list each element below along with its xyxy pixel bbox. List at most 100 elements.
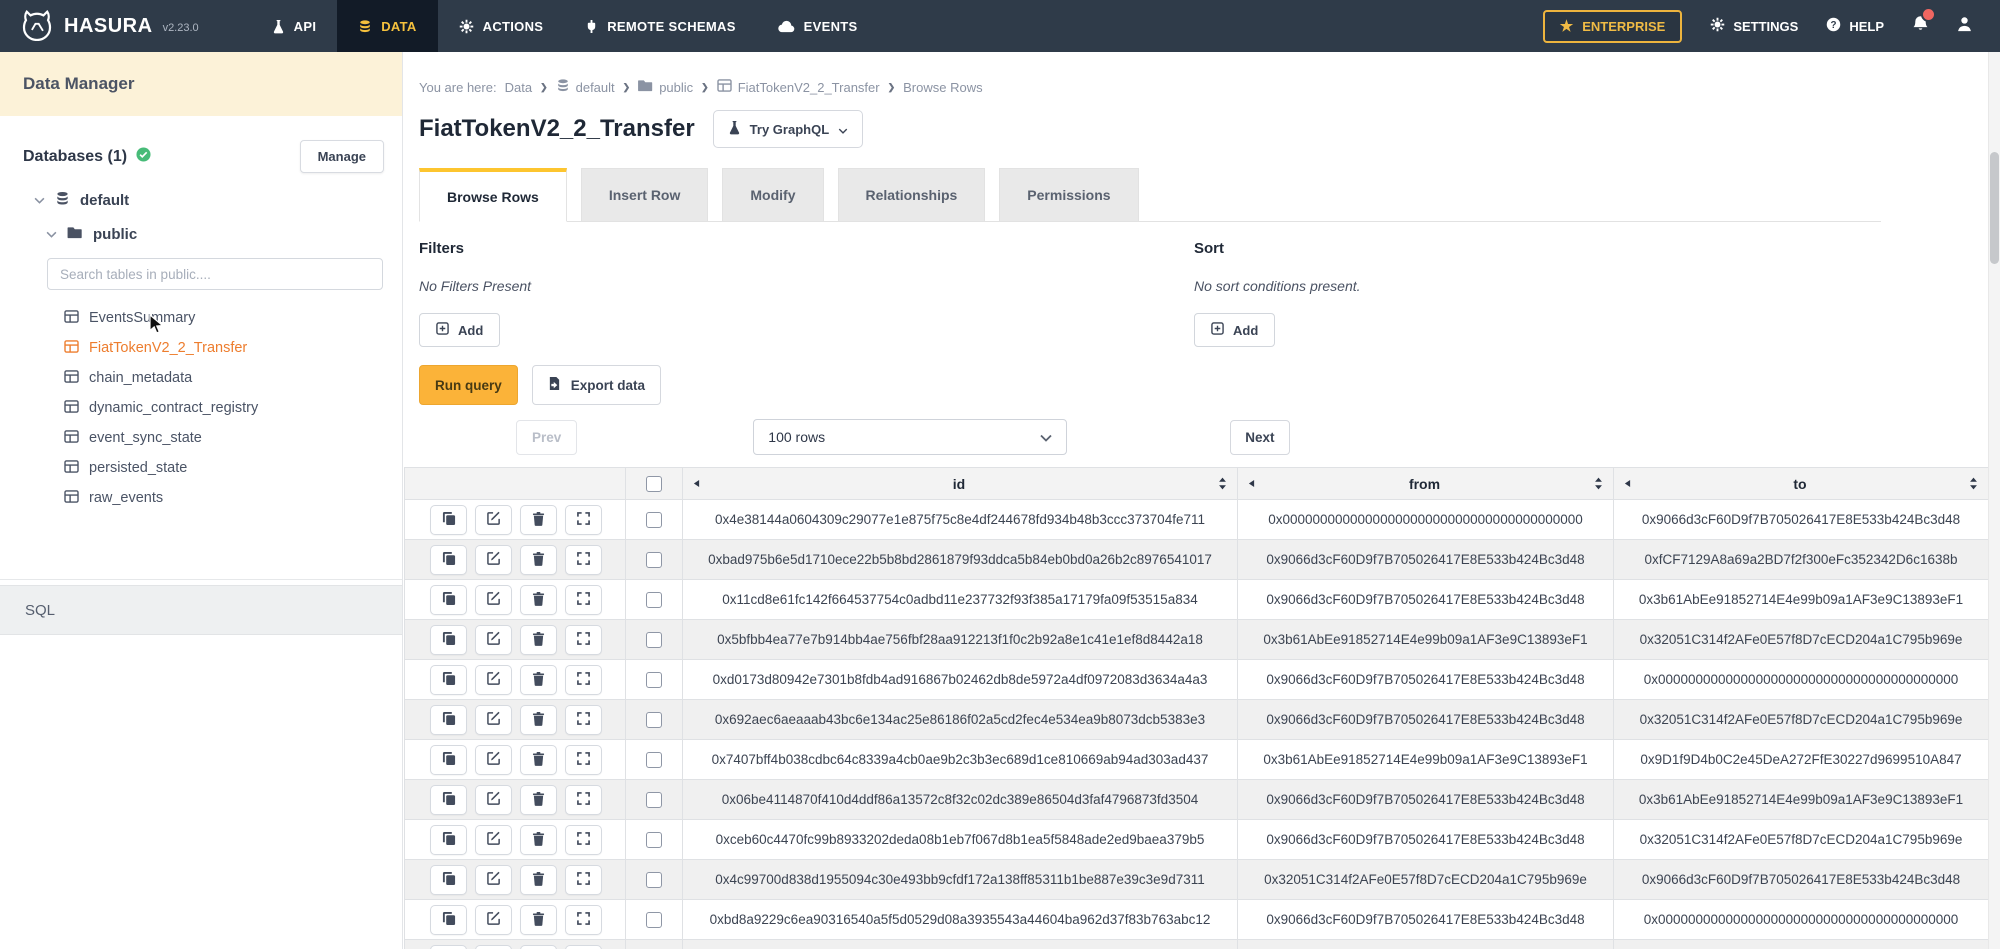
delete-row-button[interactable] [520, 585, 557, 615]
edit-row-button[interactable] [475, 665, 512, 695]
edit-row-button[interactable] [475, 905, 512, 935]
tab-relationships[interactable]: Relationships [838, 168, 986, 221]
export-data-button[interactable]: Export data [532, 365, 661, 405]
expand-row-button[interactable] [565, 825, 602, 855]
tab-browse-rows[interactable]: Browse Rows [419, 168, 567, 222]
clone-row-button[interactable] [430, 905, 467, 935]
expand-row-button[interactable] [565, 745, 602, 775]
hasura-brand[interactable]: HASURA v2.23.0 [0, 7, 213, 46]
delete-row-button[interactable] [520, 705, 557, 735]
clone-row-button[interactable] [430, 585, 467, 615]
try-graphql-button[interactable]: Try GraphQL [713, 110, 863, 148]
prev-page-button[interactable]: Prev [516, 420, 577, 455]
row-checkbox[interactable] [646, 832, 662, 848]
sidebar-table-FiatTokenV2_2_Transfer[interactable]: FiatTokenV2_2_Transfer [64, 333, 402, 363]
sidebar-table-event_sync_state[interactable]: event_sync_state [64, 423, 402, 453]
chevron-down-icon[interactable] [46, 231, 57, 238]
settings-button[interactable]: SETTINGS [1710, 17, 1798, 35]
rows-per-page-select[interactable]: 100 rows [753, 419, 1067, 455]
next-page-button[interactable]: Next [1230, 420, 1289, 455]
nav-item-api[interactable]: API [251, 0, 338, 52]
edit-row-button[interactable] [475, 545, 512, 575]
row-checkbox[interactable] [646, 552, 662, 568]
delete-row-button[interactable] [520, 625, 557, 655]
clone-row-button[interactable] [430, 625, 467, 655]
clone-row-button[interactable] [430, 745, 467, 775]
clone-row-button[interactable] [430, 945, 467, 949]
tab-modify[interactable]: Modify [722, 168, 823, 221]
tab-insert-row[interactable]: Insert Row [581, 168, 709, 221]
col-collapse-icon[interactable] [693, 479, 700, 488]
clone-row-button[interactable] [430, 705, 467, 735]
clone-row-button[interactable] [430, 665, 467, 695]
edit-row-button[interactable] [475, 625, 512, 655]
clone-row-button[interactable] [430, 865, 467, 895]
expand-row-button[interactable] [565, 865, 602, 895]
row-checkbox[interactable] [646, 912, 662, 928]
sort-icon[interactable] [1969, 477, 1978, 490]
scrollbar-thumb[interactable] [1990, 152, 1999, 264]
manage-button[interactable]: Manage [300, 140, 384, 173]
expand-row-button[interactable] [565, 625, 602, 655]
sort-icon[interactable] [1218, 477, 1227, 490]
select-all-checkbox[interactable] [646, 476, 662, 492]
nav-item-data[interactable]: DATA [337, 0, 437, 52]
sidebar-item-database-default[interactable]: default [34, 191, 402, 210]
notifications-button[interactable] [1912, 15, 1929, 38]
col-collapse-icon[interactable] [1248, 479, 1255, 488]
sort-icon[interactable] [1594, 477, 1603, 490]
nav-item-events[interactable]: EVENTS [757, 0, 879, 52]
add-sort-button[interactable]: Add [1194, 313, 1275, 347]
breadcrumb-item-fiattokenv2_2_transfer[interactable]: FiatTokenV2_2_Transfer [717, 79, 880, 95]
row-checkbox[interactable] [646, 512, 662, 528]
edit-row-button[interactable] [475, 945, 512, 949]
delete-row-button[interactable] [520, 665, 557, 695]
sidebar-item-sql[interactable]: SQL [0, 585, 402, 635]
sidebar-table-chain_metadata[interactable]: chain_metadata [64, 363, 402, 393]
row-checkbox[interactable] [646, 752, 662, 768]
clone-row-button[interactable] [430, 825, 467, 855]
vertical-scrollbar[interactable] [1988, 52, 2000, 949]
chevron-down-icon[interactable] [34, 197, 45, 204]
delete-row-button[interactable] [520, 865, 557, 895]
breadcrumb-item-default[interactable]: default [556, 78, 615, 96]
tab-permissions[interactable]: Permissions [999, 168, 1138, 221]
row-checkbox[interactable] [646, 792, 662, 808]
col-collapse-icon[interactable] [1624, 479, 1631, 488]
column-header-from[interactable]: from [1238, 468, 1614, 500]
row-checkbox[interactable] [646, 592, 662, 608]
help-button[interactable]: ? HELP [1826, 17, 1884, 35]
sidebar-table-persisted_state[interactable]: persisted_state [64, 453, 402, 483]
add-filter-button[interactable]: Add [419, 313, 500, 347]
row-checkbox[interactable] [646, 872, 662, 888]
edit-row-button[interactable] [475, 825, 512, 855]
sidebar-table-dynamic_contract_registry[interactable]: dynamic_contract_registry [64, 393, 402, 423]
delete-row-button[interactable] [520, 745, 557, 775]
expand-row-button[interactable] [565, 945, 602, 949]
nav-item-remote-schemas[interactable]: REMOTE SCHEMAS [564, 0, 756, 52]
expand-row-button[interactable] [565, 505, 602, 535]
expand-row-button[interactable] [565, 905, 602, 935]
edit-row-button[interactable] [475, 745, 512, 775]
edit-row-button[interactable] [475, 705, 512, 735]
expand-row-button[interactable] [565, 585, 602, 615]
expand-row-button[interactable] [565, 785, 602, 815]
delete-row-button[interactable] [520, 545, 557, 575]
row-checkbox[interactable] [646, 712, 662, 728]
row-checkbox[interactable] [646, 672, 662, 688]
breadcrumb-item-data[interactable]: Data [505, 80, 532, 95]
edit-row-button[interactable] [475, 505, 512, 535]
column-header-to[interactable]: to [1614, 468, 1989, 500]
clone-row-button[interactable] [430, 545, 467, 575]
delete-row-button[interactable] [520, 785, 557, 815]
expand-row-button[interactable] [565, 545, 602, 575]
breadcrumb-item-public[interactable]: public [638, 79, 693, 95]
breadcrumb-item-browse-rows[interactable]: Browse Rows [903, 80, 982, 95]
delete-row-button[interactable] [520, 905, 557, 935]
nav-item-actions[interactable]: ACTIONS [438, 0, 565, 52]
sidebar-table-EventsSummary[interactable]: EventsSummary [64, 303, 402, 333]
delete-row-button[interactable] [520, 945, 557, 949]
enterprise-button[interactable]: ★ ENTERPRISE [1543, 10, 1683, 43]
column-header-id[interactable]: id [683, 468, 1238, 500]
edit-row-button[interactable] [475, 585, 512, 615]
